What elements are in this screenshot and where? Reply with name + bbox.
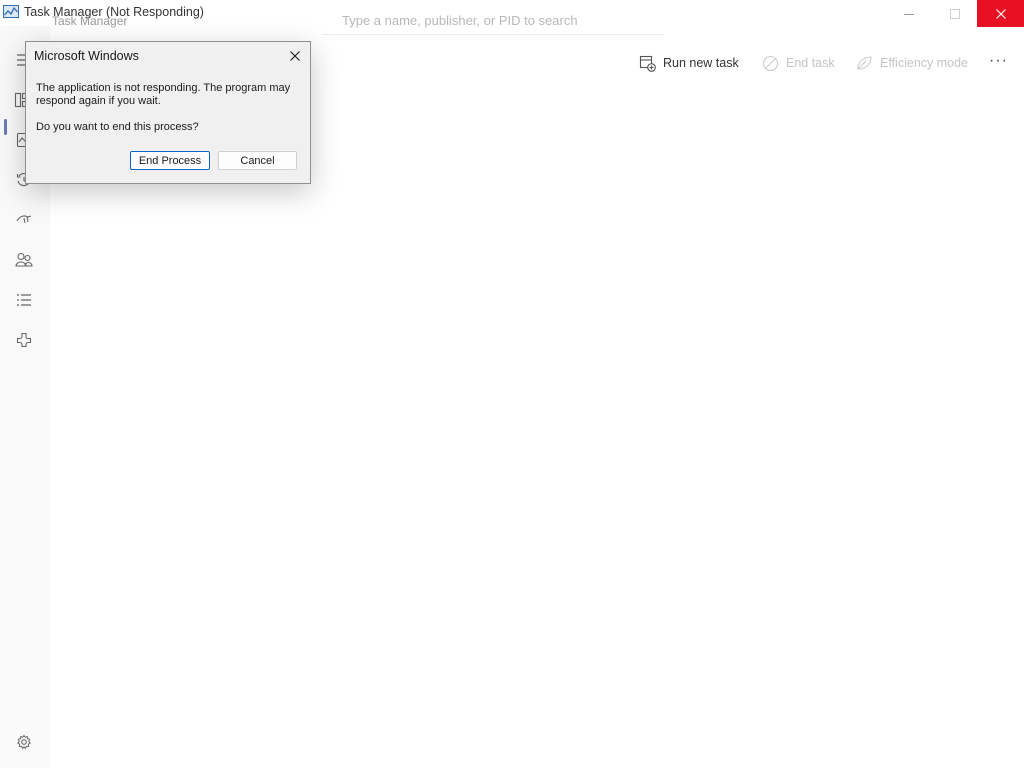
dialog-message: The application is not responding. The p… <box>36 82 291 107</box>
sidebar-item-startup-apps[interactable] <box>14 210 34 230</box>
maximize-icon <box>950 8 960 19</box>
dialog-close-button[interactable] <box>284 45 306 67</box>
task-manager-icon <box>3 5 19 18</box>
details-icon <box>17 294 31 306</box>
app-name-label: Task Manager <box>52 14 128 28</box>
end-task-label: End task <box>786 56 835 70</box>
close-icon <box>290 51 300 61</box>
maximize-button[interactable] <box>932 0 978 27</box>
efficiency-mode-label: Efficiency mode <box>880 56 969 70</box>
run-new-task-label: Run new task <box>663 56 739 70</box>
sidebar-item-services[interactable] <box>14 330 34 350</box>
settings-icon <box>17 734 31 750</box>
efficiency-leaf-icon <box>857 55 872 70</box>
end-task-button[interactable]: End task <box>762 53 835 73</box>
startup-apps-icon <box>16 215 32 224</box>
dialog-question: Do you want to end this process? <box>36 121 199 133</box>
end-task-icon <box>762 55 779 71</box>
cancel-button[interactable]: Cancel <box>218 151 297 170</box>
dialog-title: Microsoft Windows <box>34 49 139 63</box>
selected-indicator <box>4 119 7 135</box>
close-icon <box>995 8 1006 19</box>
users-icon <box>15 252 33 267</box>
minimize-button[interactable] <box>886 0 932 27</box>
search-placeholder: Type a name, publisher, or PID to search <box>342 13 578 28</box>
settings-button[interactable] <box>14 732 34 752</box>
run-new-task-button[interactable]: Run new task <box>639 53 739 73</box>
minimize-icon <box>904 13 914 15</box>
more-options-button[interactable]: ··· <box>989 51 1008 71</box>
search-box[interactable]: Type a name, publisher, or PID to search <box>322 6 664 35</box>
run-new-task-icon <box>639 55 656 72</box>
more-icon: ··· <box>989 52 1008 69</box>
end-process-button[interactable]: End Process <box>130 151 210 170</box>
sidebar-item-details[interactable] <box>14 290 34 310</box>
not-responding-dialog: Microsoft Windows The application is not… <box>25 41 311 184</box>
services-icon <box>16 332 32 348</box>
sidebar-item-users[interactable] <box>14 250 34 270</box>
efficiency-mode-button[interactable]: Efficiency mode <box>856 53 968 73</box>
close-button[interactable] <box>977 0 1024 27</box>
